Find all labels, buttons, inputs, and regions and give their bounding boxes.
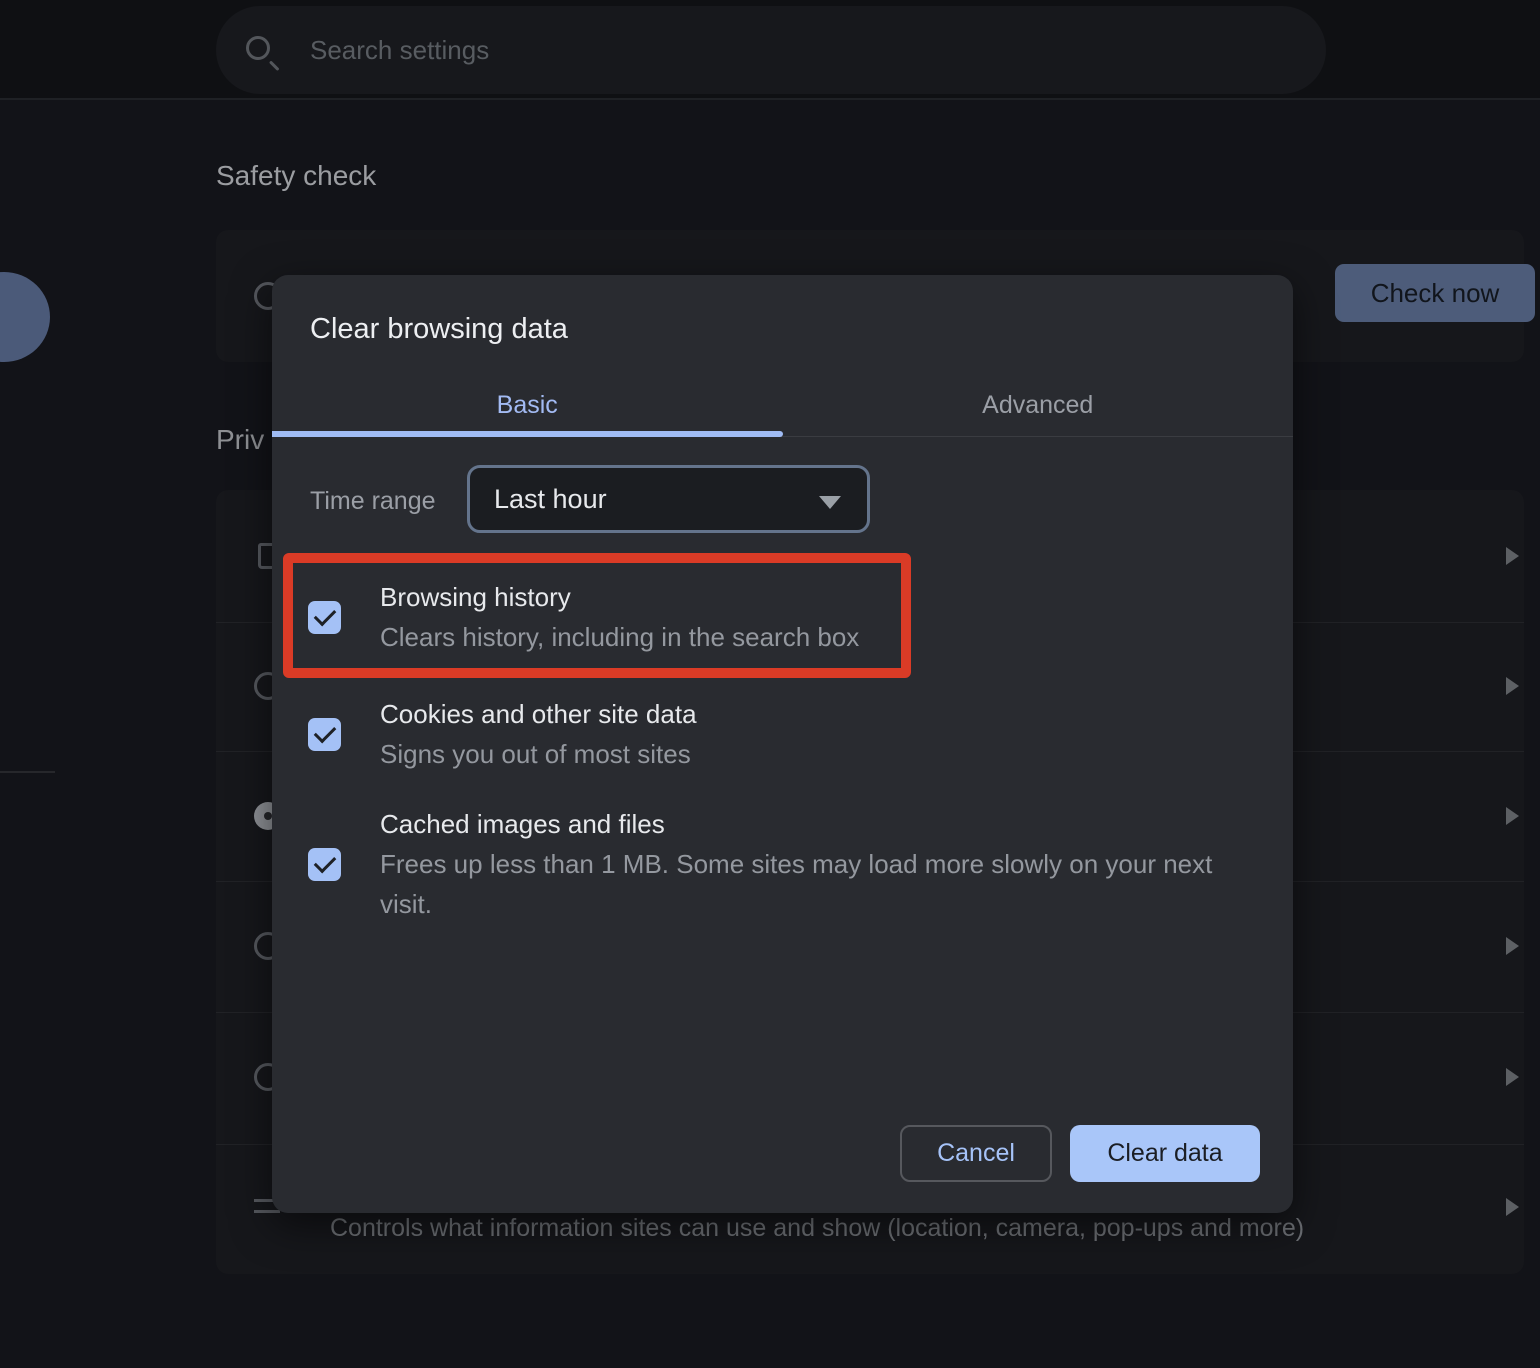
cancel-button[interactable]: Cancel — [900, 1125, 1052, 1182]
option-label: Browsing history — [380, 577, 1240, 617]
time-range-value: Last hour — [494, 484, 607, 515]
search-input[interactable] — [310, 6, 1290, 94]
cached-images-checkbox[interactable] — [308, 848, 341, 881]
option-browsing-history[interactable]: Browsing history Clears history, includi… — [308, 577, 1240, 657]
browsing-history-checkbox[interactable] — [308, 601, 341, 634]
sidebar-divider — [0, 771, 55, 773]
option-description: Clears history, including in the search … — [380, 617, 1240, 657]
chevron-right-icon — [1506, 807, 1519, 825]
option-cached-images[interactable]: Cached images and files Frees up less th… — [308, 804, 1240, 924]
option-cookies[interactable]: Cookies and other site data Signs you ou… — [308, 694, 1240, 774]
chevron-right-icon — [1506, 1198, 1519, 1216]
dialog-tabs: Basic Advanced — [272, 375, 1293, 437]
time-range-select[interactable]: Last hour — [467, 465, 870, 533]
dialog-buttons: Cancel Clear data — [900, 1125, 1260, 1182]
chevron-right-icon — [1506, 677, 1519, 695]
privacy-heading: Priv — [216, 424, 276, 456]
dropdown-arrow-icon — [819, 496, 841, 509]
active-tab-underline — [272, 431, 783, 437]
highlight-circle — [0, 272, 50, 362]
cookies-checkbox[interactable] — [308, 718, 341, 751]
tab-advanced[interactable]: Advanced — [783, 375, 1294, 436]
tab-basic[interactable]: Basic — [272, 375, 783, 436]
settings-topbar — [0, 0, 1540, 100]
search-icon — [246, 36, 270, 60]
chevron-right-icon — [1506, 1068, 1519, 1086]
clear-data-options: Browsing history Clears history, includi… — [308, 577, 1240, 924]
chevron-right-icon — [1506, 937, 1519, 955]
option-label: Cached images and files — [380, 804, 1240, 844]
option-description: Frees up less than 1 MB. Some sites may … — [380, 844, 1240, 924]
option-label: Cookies and other site data — [380, 694, 1240, 734]
option-description: Signs you out of most sites — [380, 734, 1240, 774]
time-range-label: Time range — [310, 487, 436, 516]
check-now-button[interactable]: Check now — [1335, 264, 1535, 322]
chevron-right-icon — [1506, 547, 1519, 565]
dialog-title: Clear browsing data — [310, 313, 568, 346]
clear-browsing-data-dialog: Clear browsing data Basic Advanced Time … — [272, 275, 1293, 1213]
clear-data-button[interactable]: Clear data — [1070, 1125, 1260, 1182]
search-settings-bar[interactable] — [216, 6, 1326, 94]
site-settings-caption: Controls what information sites can use … — [330, 1214, 1430, 1243]
safety-check-heading: Safety check — [216, 160, 376, 192]
